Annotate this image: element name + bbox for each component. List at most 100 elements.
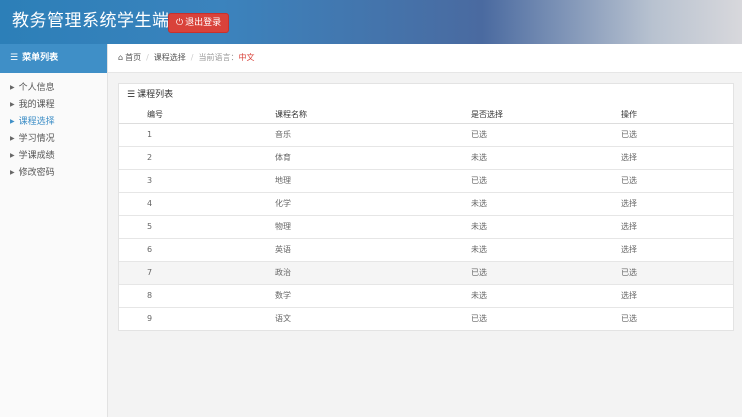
course-table: 编号 课程名称 是否选择 操作 1 音乐 已选 已选 2 体育 未选 选择 3 … <box>119 106 733 330</box>
breadcrumb-current: 课程选择 <box>153 53 186 62</box>
table-header-row: 编号 课程名称 是否选择 操作 <box>119 106 733 124</box>
cell-name: 数学 <box>211 283 439 307</box>
sidebar-item-course-selection[interactable]: ▶ 课程选择 <box>0 113 107 130</box>
sidebar-item-label: 修改密码 <box>18 168 55 178</box>
cell-name: 物理 <box>211 214 439 238</box>
cell-status: 已选 <box>439 168 589 192</box>
select-link[interactable]: 选择 <box>621 153 637 162</box>
sidebar-item-study-status[interactable]: ▶ 学习情况 <box>0 130 107 147</box>
cell-name: 体育 <box>211 145 439 169</box>
cell-action: 已选 <box>589 168 733 192</box>
logout-button[interactable]: ⏻ 退出登录 <box>168 13 230 33</box>
cell-status: 未选 <box>439 191 589 215</box>
cell-name: 英语 <box>211 237 439 261</box>
app-title: 教务管理系统学生端 <box>12 11 170 31</box>
cell-id: 6 <box>119 237 211 261</box>
sidebar-item-personal-info[interactable]: ▶ 个人信息 <box>0 79 107 96</box>
caret-right-icon: ▶ <box>10 84 15 91</box>
cell-name: 语文 <box>211 306 439 330</box>
cell-action: 选择 <box>589 145 733 169</box>
table-row: 7 政治 已选 已选 <box>119 260 733 284</box>
cell-name: 地理 <box>211 168 439 192</box>
cell-action: 选择 <box>589 214 733 238</box>
breadcrumb-home[interactable]: 首页 <box>125 53 141 62</box>
table-row: 4 化学 未选 选择 <box>119 191 733 215</box>
home-icon: ⌂ <box>118 53 124 62</box>
column-header-id: 编号 <box>119 106 211 124</box>
selected-label: 已选 <box>621 130 637 139</box>
caret-right-icon: ▶ <box>10 135 15 142</box>
column-header-action: 操作 <box>589 106 733 124</box>
cell-status: 未选 <box>439 283 589 307</box>
column-header-name: 课程名称 <box>211 106 439 124</box>
caret-right-icon: ▶ <box>10 101 15 108</box>
cell-action: 已选 <box>589 260 733 284</box>
cell-id: 9 <box>119 306 211 330</box>
sidebar-title: 菜单列表 <box>22 53 59 63</box>
breadcrumb-separator: / <box>146 53 149 62</box>
sidebar-item-my-courses[interactable]: ▶ 我的课程 <box>0 96 107 113</box>
table-row: 9 语文 已选 已选 <box>119 306 733 330</box>
selected-label: 已选 <box>621 268 637 277</box>
select-link[interactable]: 选择 <box>621 222 637 231</box>
language-label: 当前语言： <box>198 53 239 62</box>
cell-id: 7 <box>119 260 211 284</box>
cell-action: 选择 <box>589 237 733 261</box>
cell-name: 化学 <box>211 191 439 215</box>
cell-status: 已选 <box>439 122 589 146</box>
panel-title: ☰ 课程列表 <box>119 84 733 106</box>
power-icon: ⏻ <box>176 18 184 28</box>
sidebar-item-label: 个人信息 <box>18 83 55 93</box>
table-row: 6 英语 未选 选择 <box>119 237 733 261</box>
caret-right-icon: ▶ <box>10 118 15 125</box>
cell-status: 未选 <box>439 237 589 261</box>
column-header-status: 是否选择 <box>439 106 589 124</box>
cell-id: 2 <box>119 145 211 169</box>
table-row: 3 地理 已选 已选 <box>119 168 733 192</box>
sidebar-item-label: 我的课程 <box>18 100 55 110</box>
cell-name: 政治 <box>211 260 439 284</box>
sidebar: ☰ 菜单列表 ▶ 个人信息 ▶ 我的课程 ▶ 课程选择 ▶ 学习情况 ▶ 学课成绩 ▶ 修改密… <box>0 44 108 417</box>
sidebar-item-label: 学课成绩 <box>18 151 55 161</box>
language-value[interactable]: 中文 <box>238 53 254 62</box>
cell-name: 音乐 <box>211 122 439 146</box>
cell-action: 已选 <box>589 306 733 330</box>
selected-label: 已选 <box>621 314 637 324</box>
sidebar-item-label: 学习情况 <box>18 134 55 144</box>
select-link[interactable]: 选择 <box>621 199 637 208</box>
sidebar-item-change-password[interactable]: ▶ 修改密码 <box>0 164 107 181</box>
cell-status: 已选 <box>439 306 589 330</box>
menu-icon: ☰ <box>10 53 19 63</box>
sidebar-item-grades[interactable]: ▶ 学课成绩 <box>0 147 107 164</box>
cell-action: 已选 <box>589 122 733 146</box>
sidebar-item-label: 课程选择 <box>18 117 55 127</box>
cell-action: 选择 <box>589 283 733 307</box>
cell-status: 已选 <box>439 260 589 284</box>
breadcrumb-separator: / <box>190 53 194 62</box>
cell-status: 未选 <box>439 145 589 169</box>
top-header: 教务管理系统学生端 ⏻ 退出登录 <box>0 0 742 44</box>
panel-title-text: 课程列表 <box>137 90 174 100</box>
cell-id: 5 <box>119 214 211 238</box>
sidebar-menu: ▶ 个人信息 ▶ 我的课程 ▶ 课程选择 ▶ 学习情况 ▶ 学课成绩 ▶ 修改密码 <box>0 73 107 181</box>
table-row: 8 数学 未选 选择 <box>119 283 733 307</box>
cell-id: 3 <box>119 168 211 192</box>
caret-right-icon: ▶ <box>10 169 15 176</box>
table-row: 1 音乐 已选 已选 <box>119 122 733 146</box>
cell-status: 未选 <box>439 214 589 238</box>
cell-id: 8 <box>119 283 211 307</box>
selected-label: 已选 <box>621 176 637 185</box>
cell-id: 4 <box>119 191 211 215</box>
select-link[interactable]: 选择 <box>621 291 637 300</box>
table-row: 5 物理 未选 选择 <box>119 214 733 238</box>
caret-right-icon: ▶ <box>10 152 15 159</box>
cell-id: 1 <box>119 122 211 146</box>
logout-label: 退出登录 <box>185 18 222 28</box>
list-icon: ☰ <box>127 90 136 100</box>
sidebar-header: ☰ 菜单列表 <box>0 44 107 73</box>
breadcrumb: ⌂ 首页 / 课程选择 / 当前语言：中文 <box>108 44 742 73</box>
table-row: 2 体育 未选 选择 <box>119 145 733 169</box>
course-list-panel: ☰ 课程列表 编号 课程名称 是否选择 操作 1 音乐 已选 已选 2 体育 未选… <box>118 83 734 331</box>
cell-action: 选择 <box>589 191 733 215</box>
select-link[interactable]: 选择 <box>621 245 637 254</box>
